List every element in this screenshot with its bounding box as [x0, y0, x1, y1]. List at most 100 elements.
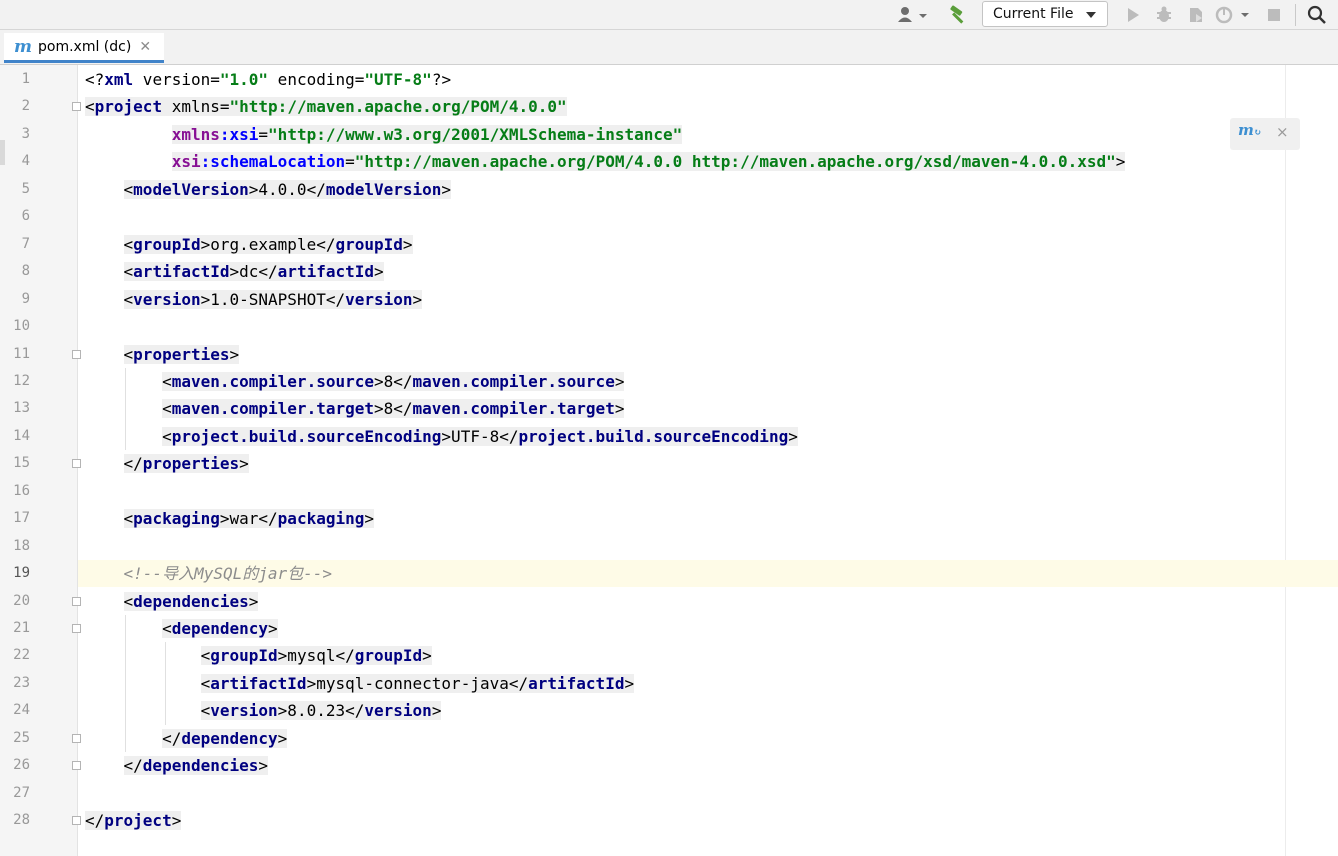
line-number: 28 — [13, 812, 30, 829]
user-icon[interactable] — [894, 3, 930, 27]
code-text: <?xml version="1.0" encoding="UTF-8"?> — [85, 70, 452, 89]
line-number: 1 — [21, 71, 30, 87]
code-line[interactable]: 1 <?xml version="1.0" encoding="UTF-8"?> — [0, 66, 1338, 93]
code-line[interactable]: 25 </dependency> — [0, 725, 1338, 752]
main-toolbar: Current File — [0, 0, 1338, 30]
code-text: <artifactId>mysql-connector-java</artifa… — [200, 673, 635, 693]
indent-guide — [165, 642, 166, 725]
code-line[interactable]: 10 — [0, 313, 1338, 340]
code-line[interactable]: 6 — [0, 203, 1338, 230]
code-line[interactable]: 15 </properties> — [0, 450, 1338, 477]
code-text: <groupId>mysql</groupId> — [200, 646, 432, 666]
run-config-label: Current File — [993, 6, 1074, 22]
code-line[interactable]: 18 — [0, 533, 1338, 560]
code-line[interactable]: 12 <maven.compiler.source>8</maven.compi… — [0, 368, 1338, 395]
run-icon[interactable] — [1122, 3, 1144, 27]
line-number: 6 — [21, 208, 30, 225]
code-text: <groupId>org.example</groupId> — [123, 234, 413, 254]
fold-marker-icon[interactable] — [72, 459, 81, 469]
tab-label: pom.xml (dc) — [38, 38, 132, 55]
line-number: 18 — [13, 537, 30, 554]
code-text: </dependencies> — [123, 756, 269, 776]
code-line[interactable]: 4 xsi:schemaLocation="http://maven.apach… — [0, 148, 1338, 175]
code-line[interactable]: 24 <version>8.0.23</version> — [0, 697, 1338, 724]
chevron-down-icon — [1086, 12, 1096, 18]
line-number: 27 — [13, 784, 30, 801]
code-text: <project xmlns="http://maven.apache.org/… — [85, 97, 567, 117]
maven-reload-icon[interactable]: m↻ — [1238, 121, 1261, 139]
code-line[interactable]: 14 <project.build.sourceEncoding>UTF-8</… — [0, 423, 1338, 450]
fold-marker-icon[interactable] — [72, 349, 81, 359]
close-icon[interactable]: ✕ — [139, 39, 151, 55]
maven-reload-notification: m↻ × — [1230, 118, 1300, 150]
code-text: <maven.compiler.source>8</maven.compiler… — [162, 371, 625, 391]
code-line[interactable]: 20 <dependencies> — [0, 588, 1338, 615]
line-number: 12 — [13, 372, 30, 389]
indent-guide — [125, 615, 126, 753]
toolbar-separator — [1295, 4, 1296, 26]
code-text: <maven.compiler.target>8</maven.compiler… — [162, 399, 625, 419]
fold-marker-icon[interactable] — [72, 102, 81, 112]
debug-icon[interactable] — [1152, 3, 1176, 27]
coverage-icon[interactable] — [1184, 3, 1208, 27]
line-number: 8 — [21, 263, 30, 280]
line-number: 13 — [13, 400, 30, 417]
code-line[interactable]: 22 <groupId>mysql</groupId> — [0, 642, 1338, 669]
code-text: </properties> — [123, 454, 249, 474]
code-line[interactable]: 19 <!--导入MySQL的jar包--> — [0, 560, 1338, 587]
code-text: </dependency> — [162, 728, 288, 748]
code-line[interactable]: 5 <modelVersion>4.0.0</modelVersion> — [0, 176, 1338, 203]
line-number: 23 — [13, 674, 30, 691]
line-number: 15 — [13, 455, 30, 472]
code-line[interactable]: 21 <dependency> — [0, 615, 1338, 642]
code-text: xmlns:xsi="http://www.w3.org/2001/XMLSch… — [171, 124, 683, 144]
line-number: 11 — [13, 345, 30, 362]
build-hammer-icon[interactable] — [944, 3, 970, 27]
line-number: 7 — [21, 235, 30, 252]
code-text: </project> — [85, 811, 182, 831]
line-number: 5 — [21, 180, 30, 197]
code-line[interactable]: 2 <project xmlns="http://maven.apache.org… — [0, 93, 1338, 120]
code-text: <!--导入MySQL的jar包--> — [123, 564, 333, 584]
code-line[interactable]: 7 <groupId>org.example</groupId> — [0, 231, 1338, 258]
code-line[interactable]: 9 <version>1.0-SNAPSHOT</version> — [0, 286, 1338, 313]
code-text: <version>8.0.23</version> — [200, 701, 442, 721]
code-line[interactable]: 8 <artifactId>dc</artifactId> — [0, 258, 1338, 285]
code-text: <version>1.0-SNAPSHOT</version> — [123, 289, 423, 309]
line-number: 9 — [21, 290, 30, 307]
profile-icon[interactable] — [1214, 3, 1254, 27]
run-configuration-dropdown[interactable]: Current File — [982, 1, 1108, 27]
code-text: xsi:schemaLocation="http://maven.apache.… — [171, 152, 1126, 172]
code-line[interactable]: 17 <packaging>war</packaging> — [0, 505, 1338, 532]
code-text: <packaging>war</packaging> — [123, 509, 375, 529]
code-line[interactable]: 3 xmlns:xsi="http://www.w3.org/2001/XMLS… — [0, 121, 1338, 148]
line-number: 24 — [13, 702, 30, 719]
stop-icon[interactable] — [1264, 3, 1284, 27]
fold-marker-icon[interactable] — [72, 733, 81, 743]
tab-pom-xml[interactable]: m pom.xml (dc) ✕ — [4, 33, 164, 63]
close-icon[interactable]: × — [1276, 123, 1289, 141]
code-line[interactable]: 23 <artifactId>mysql-connector-java</art… — [0, 670, 1338, 697]
code-text: <modelVersion>4.0.0</modelVersion> — [123, 179, 452, 199]
code-line[interactable]: 16 — [0, 478, 1338, 505]
code-text: <project.build.sourceEncoding>UTF-8</pro… — [162, 426, 798, 446]
code-line[interactable]: 26 </dependencies> — [0, 752, 1338, 779]
code-line[interactable]: 13 <maven.compiler.target>8</maven.compi… — [0, 395, 1338, 422]
line-number: 2 — [21, 98, 30, 115]
editor-tab-bar — [0, 30, 1338, 65]
line-number: 3 — [21, 125, 30, 142]
code-line[interactable]: 27 — [0, 780, 1338, 807]
line-number: 17 — [13, 510, 30, 527]
search-icon[interactable] — [1304, 3, 1330, 27]
fold-marker-icon[interactable] — [72, 761, 81, 771]
line-number: 10 — [13, 318, 30, 335]
line-number: 19 — [13, 565, 30, 582]
code-text: <dependency> — [162, 619, 278, 638]
fold-marker-icon[interactable] — [72, 624, 81, 633]
fold-marker-icon[interactable] — [72, 596, 81, 606]
code-line[interactable]: 11 <properties> — [0, 341, 1338, 368]
fold-marker-icon[interactable] — [72, 816, 81, 826]
line-number: 14 — [13, 427, 30, 444]
code-text: <dependencies> — [123, 591, 259, 611]
code-line[interactable]: 28 </project> — [0, 807, 1338, 834]
